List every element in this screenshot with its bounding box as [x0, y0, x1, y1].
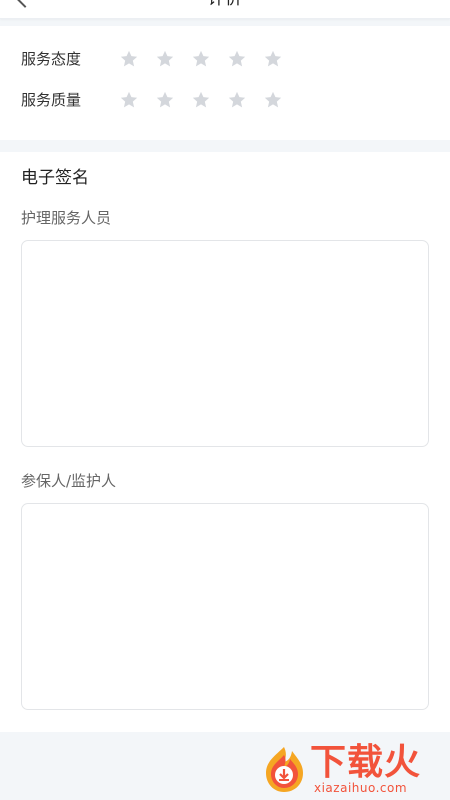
- rating-card: 服务态度 服务质量: [0, 26, 450, 140]
- star-icon[interactable]: [227, 90, 247, 110]
- rating-label: 服务质量: [21, 91, 82, 109]
- star-icon[interactable]: [191, 90, 211, 110]
- signature-card: 电子签名 护理服务人员 参保人/监护人: [0, 152, 450, 732]
- star-icon[interactable]: [119, 49, 139, 69]
- caregiver-signature-pad[interactable]: [21, 240, 429, 447]
- insured-guardian-signature-pad[interactable]: [21, 503, 429, 710]
- signature-section-title: 电子签名: [21, 168, 89, 188]
- watermark: 下载火 xiazaihuo.com: [258, 739, 444, 797]
- star-icon[interactable]: [155, 90, 175, 110]
- flame-logo-icon: [266, 747, 303, 792]
- page-title: 评价: [160, 0, 290, 8]
- rating-label: 服务态度: [21, 50, 82, 68]
- star-icon[interactable]: [227, 49, 247, 69]
- caregiver-signature-label: 护理服务人员: [21, 209, 112, 227]
- star-icon[interactable]: [155, 49, 175, 69]
- watermark-site: xiazaihuo.com: [314, 781, 408, 795]
- star-icon[interactable]: [263, 90, 283, 110]
- star-rating: [119, 90, 294, 112]
- star-rating: [119, 49, 294, 71]
- rating-row-service-attitude: 服务态度: [21, 45, 421, 73]
- star-icon[interactable]: [119, 90, 139, 110]
- insured-guardian-signature-label: 参保人/监护人: [21, 472, 117, 490]
- star-icon[interactable]: [263, 49, 283, 69]
- watermark-brand: 下载火: [310, 742, 422, 783]
- chevron-left-icon[interactable]: [15, 0, 35, 8]
- rating-row-service-quality: 服务质量: [21, 86, 421, 114]
- top-nav-bar: 评价: [0, 0, 450, 19]
- star-icon[interactable]: [191, 49, 211, 69]
